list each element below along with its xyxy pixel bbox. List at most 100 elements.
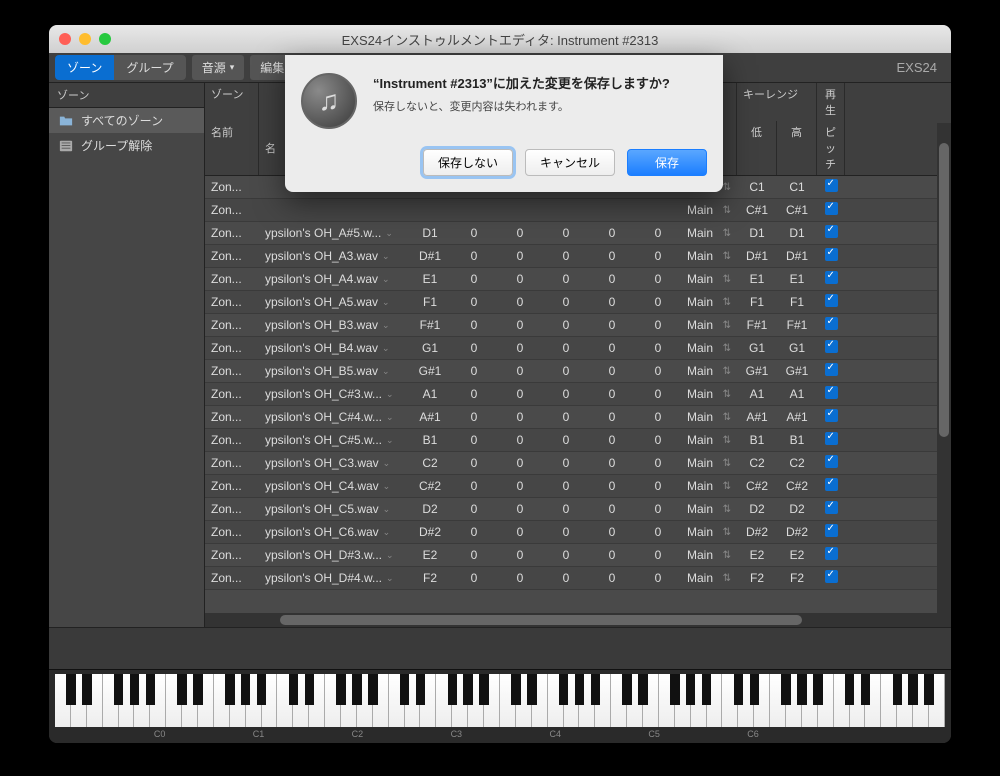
cell-play[interactable]: [817, 225, 845, 241]
cell-note[interactable]: D#2: [409, 525, 451, 539]
black-key[interactable]: [400, 674, 410, 705]
checkbox-checked-icon[interactable]: [825, 202, 838, 215]
cell-note[interactable]: E2: [409, 548, 451, 562]
checkbox-checked-icon[interactable]: [825, 455, 838, 468]
cell-output[interactable]: Main⇅: [681, 479, 737, 493]
cell-high[interactable]: E2: [777, 548, 817, 562]
cell-note[interactable]: D#1: [409, 249, 451, 263]
col-name[interactable]: 名前: [205, 121, 259, 175]
col-high[interactable]: 高: [777, 121, 817, 175]
cell-play[interactable]: [817, 432, 845, 448]
cell-val[interactable]: 0: [497, 318, 543, 332]
cell-play[interactable]: [817, 248, 845, 264]
black-key[interactable]: [575, 674, 585, 705]
table-row[interactable]: Zon...ypsilon's OH_C3.wav⌄C200000Main⇅C2…: [205, 452, 951, 475]
black-key[interactable]: [114, 674, 124, 705]
cell-val[interactable]: 0: [451, 502, 497, 516]
cell-file[interactable]: ypsilon's OH_D#3.w...⌄: [259, 548, 409, 562]
cell-output[interactable]: Main⇅: [681, 387, 737, 401]
cell-val[interactable]: 0: [543, 387, 589, 401]
cell-file[interactable]: ypsilon's OH_A5.wav⌄: [259, 295, 409, 309]
black-key[interactable]: [352, 674, 362, 705]
cell-play[interactable]: [817, 363, 845, 379]
black-key[interactable]: [463, 674, 473, 705]
table-row[interactable]: Zon...ypsilon's OH_C#3.w...⌄A100000Main⇅…: [205, 383, 951, 406]
cell-note[interactable]: F#1: [409, 318, 451, 332]
black-key[interactable]: [82, 674, 92, 705]
cell-file[interactable]: ypsilon's OH_C5.wav⌄: [259, 502, 409, 516]
black-key[interactable]: [336, 674, 346, 705]
cell-val[interactable]: 0: [543, 433, 589, 447]
table-row[interactable]: Zon...ypsilon's OH_A3.wav⌄D#100000Main⇅D…: [205, 245, 951, 268]
cell-low[interactable]: B1: [737, 433, 777, 447]
cell-val[interactable]: 0: [589, 479, 635, 493]
stepper-icon[interactable]: ⇅: [723, 274, 731, 285]
cell-val[interactable]: 0: [635, 548, 681, 562]
checkbox-checked-icon[interactable]: [825, 248, 838, 261]
cell-play[interactable]: [817, 271, 845, 287]
cell-val[interactable]: 0: [497, 387, 543, 401]
black-key[interactable]: [861, 674, 871, 705]
cell-val[interactable]: 0: [635, 433, 681, 447]
cell-play[interactable]: [817, 409, 845, 425]
table-row[interactable]: Zon...ypsilon's OH_C#5.w...⌄B100000Main⇅…: [205, 429, 951, 452]
cell-val[interactable]: 0: [497, 249, 543, 263]
black-key[interactable]: [781, 674, 791, 705]
dont-save-button[interactable]: 保存しない: [423, 149, 513, 176]
black-key[interactable]: [146, 674, 156, 705]
cell-note[interactable]: A#1: [409, 410, 451, 424]
black-key[interactable]: [479, 674, 489, 705]
cell-output[interactable]: Main⇅: [681, 525, 737, 539]
black-key[interactable]: [368, 674, 378, 705]
stepper-icon[interactable]: ⇅: [723, 251, 731, 262]
cell-note[interactable]: G#1: [409, 364, 451, 378]
cell-val[interactable]: 0: [451, 571, 497, 585]
cell-val[interactable]: 0: [543, 410, 589, 424]
cell-val[interactable]: 0: [543, 456, 589, 470]
table-row[interactable]: Zon...ypsilon's OH_A5.wav⌄F100000Main⇅F1…: [205, 291, 951, 314]
cell-play[interactable]: [817, 524, 845, 540]
cell-file[interactable]: ypsilon's OH_C3.wav⌄: [259, 456, 409, 470]
checkbox-checked-icon[interactable]: [825, 524, 838, 537]
tab-group[interactable]: グループ: [114, 55, 185, 80]
table-row[interactable]: Zon...ypsilon's OH_A#5.w...⌄D100000Main⇅…: [205, 222, 951, 245]
cell-val[interactable]: 0: [497, 226, 543, 240]
black-key[interactable]: [257, 674, 267, 705]
cell-val[interactable]: 0: [635, 571, 681, 585]
cell-val[interactable]: 0: [497, 410, 543, 424]
cell-val[interactable]: 0: [589, 295, 635, 309]
black-key[interactable]: [241, 674, 251, 705]
cell-output[interactable]: Main⇅: [681, 456, 737, 470]
cell-val[interactable]: 0: [451, 433, 497, 447]
cell-high[interactable]: B1: [777, 433, 817, 447]
black-key[interactable]: [511, 674, 521, 705]
cell-play[interactable]: [817, 340, 845, 356]
stepper-icon[interactable]: ⇅: [723, 550, 731, 561]
cell-val[interactable]: 0: [635, 456, 681, 470]
cell-low[interactable]: F#1: [737, 318, 777, 332]
black-key[interactable]: [702, 674, 712, 705]
cell-note[interactable]: D2: [409, 502, 451, 516]
cell-val[interactable]: 0: [543, 341, 589, 355]
cell-low[interactable]: G#1: [737, 364, 777, 378]
stepper-icon[interactable]: ⇅: [723, 228, 731, 239]
stepper-icon[interactable]: ⇅: [723, 366, 731, 377]
cell-val[interactable]: 0: [635, 341, 681, 355]
cell-low[interactable]: E1: [737, 272, 777, 286]
stepper-icon[interactable]: ⇅: [723, 205, 731, 216]
table-row[interactable]: Zon...ypsilon's OH_B3.wav⌄F#100000Main⇅F…: [205, 314, 951, 337]
cell-val[interactable]: 0: [451, 364, 497, 378]
cell-val[interactable]: 0: [589, 387, 635, 401]
table-row[interactable]: Zon...ypsilon's OH_A4.wav⌄E100000Main⇅E1…: [205, 268, 951, 291]
cell-high[interactable]: F2: [777, 571, 817, 585]
cell-val[interactable]: 0: [589, 249, 635, 263]
cell-output[interactable]: Main⇅: [681, 548, 737, 562]
cell-val[interactable]: 0: [497, 272, 543, 286]
black-key[interactable]: [924, 674, 934, 705]
cell-output[interactable]: Main⇅: [681, 410, 737, 424]
cell-val[interactable]: 0: [635, 387, 681, 401]
cell-note[interactable]: B1: [409, 433, 451, 447]
cell-output[interactable]: Main⇅: [681, 318, 737, 332]
cell-val[interactable]: 0: [451, 387, 497, 401]
cell-high[interactable]: F1: [777, 295, 817, 309]
